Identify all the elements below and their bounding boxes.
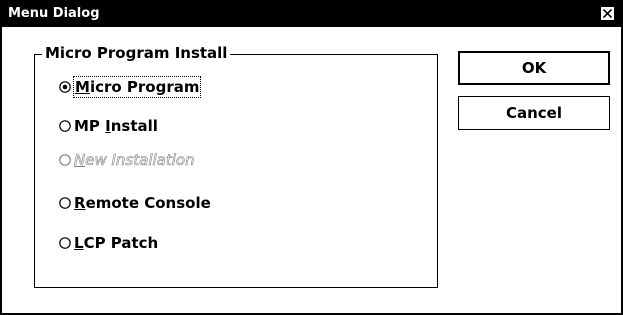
ok-button[interactable]: OK xyxy=(458,51,610,85)
radio-mp-install[interactable]: MP Install xyxy=(59,114,158,138)
radio-lcp-patch[interactable]: LCP Patch xyxy=(59,231,158,255)
radio-label: Micro Program xyxy=(72,76,202,98)
radio-label: New Installation xyxy=(74,151,195,170)
radio-selected-icon[interactable] xyxy=(59,81,71,93)
group-box-legend: Micro Program Install xyxy=(42,42,231,64)
close-button[interactable] xyxy=(600,6,615,21)
radio-new-installation: New Installation xyxy=(59,148,195,172)
radio-unselected-icon[interactable] xyxy=(59,237,71,249)
radio-remote-console[interactable]: Remote Console xyxy=(59,191,211,215)
title-bar[interactable]: Menu Dialog xyxy=(2,2,621,27)
menu-dialog: Menu Dialog Micro Program Install Micro … xyxy=(0,0,623,315)
radio-label: MP Install xyxy=(74,117,158,135)
radio-unselected-icon[interactable] xyxy=(59,120,71,132)
window-title: Menu Dialog xyxy=(8,6,100,21)
close-icon xyxy=(603,9,612,18)
radio-label: Remote Console xyxy=(74,194,211,212)
radio-label: LCP Patch xyxy=(74,234,159,252)
radio-unselected-icon[interactable] xyxy=(59,197,71,209)
cancel-button[interactable]: Cancel xyxy=(458,96,610,130)
radio-micro-program[interactable]: Micro Program xyxy=(59,75,202,99)
radio-disabled-icon xyxy=(59,154,71,166)
